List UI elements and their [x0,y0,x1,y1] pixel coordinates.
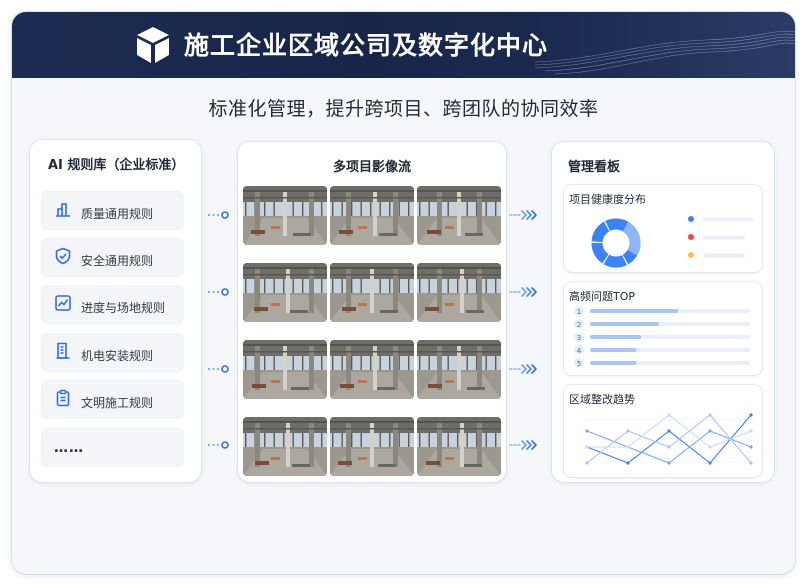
site-photo[interactable] [330,417,414,476]
rule-item-civil[interactable]: 文明施工规则 [41,380,184,419]
infographic-frame: 施工企业区域公司及数字化中心 标准化管理，提升跨项目、跨团队的协同效率 AI 规… [12,12,795,574]
health-donut-chart [591,218,641,268]
trend-point [749,429,753,433]
rule-item-safety[interactable]: 安全通用规则 [41,238,184,277]
trend-point [667,429,671,433]
trend-point [667,445,671,449]
trend-point [585,445,589,449]
trend-line-chart [584,413,754,465]
site-photo[interactable] [417,417,501,476]
site-photo[interactable] [330,340,414,399]
trend-point [708,461,712,465]
site-photo[interactable] [243,186,327,245]
rule-item-mep[interactable]: 机电安装规则 [41,333,184,372]
rectification-trend-card: 区域整改趋势 [564,385,762,477]
top-issues-title: 高频问题TOP [569,290,636,303]
rules-panel-title: AI 规则库（企业标准） [48,158,185,173]
shield-check-icon [55,247,71,265]
rank-bar-fill [590,361,637,365]
rank-number: 3 [577,334,581,342]
trend-point [708,413,712,417]
top-issues-bars: 1 2 3 4 5 [574,306,750,368]
site-photo[interactable] [330,186,414,245]
rule-item-quality[interactable]: 质量通用规则 [41,191,184,230]
trend-point [585,461,589,465]
site-photo[interactable] [417,340,501,399]
trend-card-title: 区域整改趋势 [569,393,635,406]
health-legend [688,216,753,258]
rank-number: 1 [577,308,581,316]
rule-to-images-links [208,214,222,446]
rule-item-label: 文明施工规则 [81,396,154,410]
rule-item-more[interactable]: …… [41,428,184,467]
trend-point [708,429,712,433]
trend-point [667,461,671,465]
rank-bar-fill [590,348,637,352]
connector-nodes [221,211,229,449]
rank-number: 4 [577,347,582,355]
site-photo[interactable] [330,263,414,322]
rank-number: 5 [577,360,581,368]
clipboard-icon [56,389,70,407]
rank-bar-fill [590,322,659,326]
trend-point [626,445,630,449]
rule-item-label: 安全通用规则 [81,254,154,268]
rule-item-label: 质量通用规则 [81,207,154,221]
site-photo[interactable] [243,340,327,399]
top-issues-card: 高频问题TOP 1 2 3 4 5 [564,282,762,375]
dashboard-panel: 管理看板 项目健康度分布 高频问题TOP 1 2 3 4 5 区域整改趋势 [552,142,774,482]
trend-point [749,461,753,465]
rules-panel: AI 规则库（企业标准） 质量通用规则 安全通用规则 进度与场地规则 机电安装规… [30,140,201,482]
trend-point [585,429,589,433]
trend-point [626,429,630,433]
more-rules-ellipsis: …… [54,440,84,456]
quality-bars-icon [56,203,70,217]
rule-item-progress[interactable]: 进度与场地规则 [41,285,184,324]
trend-point [626,461,630,465]
trend-point [708,445,712,449]
health-card-title: 项目健康度分布 [569,193,646,206]
site-photo[interactable] [243,263,327,322]
rule-item-label: 机电安装规则 [81,349,154,363]
rank-bar-fill [590,309,678,313]
dashboard-panel-title: 管理看板 [568,160,621,175]
trend-point [749,445,753,449]
rule-item-label: 进度与场地规则 [81,301,166,315]
rank-bar-fill [590,335,642,339]
images-panel: 多项目影像流 [238,142,506,482]
images-to-dashboard-arrows [509,210,537,450]
site-photo[interactable] [243,417,327,476]
health-distribution-card: 项目健康度分布 [564,185,762,272]
trend-point [667,413,671,417]
images-panel-title: 多项目影像流 [332,160,411,175]
site-photo[interactable] [417,186,501,245]
document-list-icon [56,342,70,359]
trend-chart-icon [55,295,71,311]
rank-number: 2 [577,321,581,329]
site-photo[interactable] [417,263,501,322]
trend-point [749,413,753,417]
